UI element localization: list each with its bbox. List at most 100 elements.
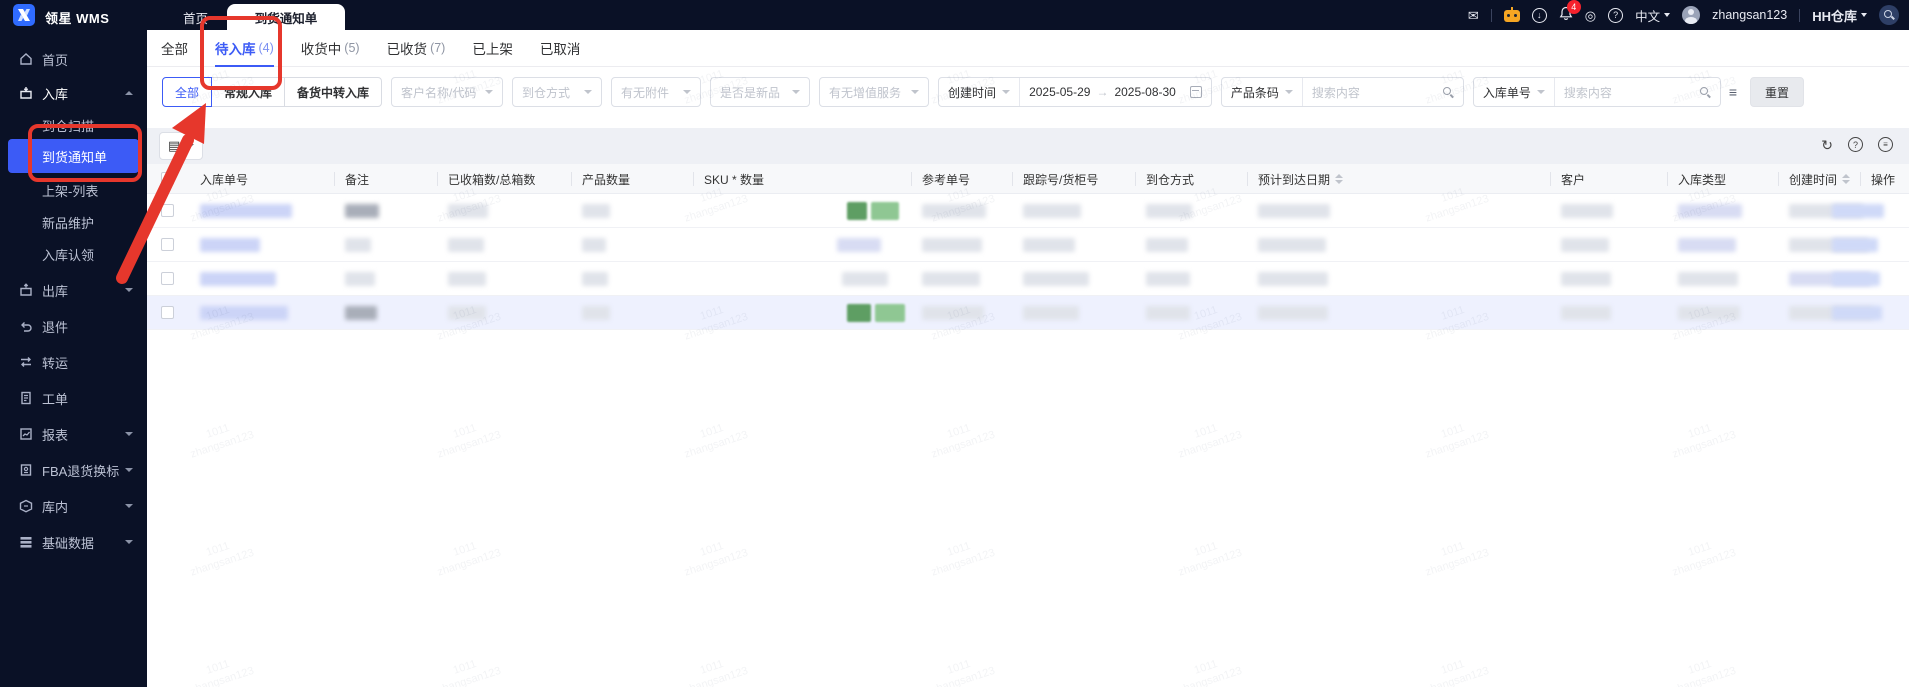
redacted-sku-badge <box>847 304 871 322</box>
tab-shelved[interactable]: 已上架 <box>472 30 513 67</box>
tab-all[interactable]: 全部 <box>161 30 188 67</box>
help-icon[interactable]: ? <box>1848 137 1863 152</box>
sort-icon[interactable] <box>1842 174 1851 184</box>
outbound-icon <box>20 283 32 296</box>
sidebar-item-home[interactable]: 首页 <box>0 44 147 74</box>
sidebar-item-putaway-list[interactable]: 上架-列表 <box>0 175 147 205</box>
assistant-robot-icon[interactable] <box>1503 7 1520 22</box>
col-actions: 操作 <box>1859 164 1895 194</box>
notifications-bell-icon[interactable]: 4 <box>1559 0 1581 24</box>
order-search-input[interactable]: 搜索内容 <box>1555 84 1720 101</box>
redacted-value <box>922 306 984 320</box>
row-checkbox[interactable] <box>161 204 174 217</box>
sidebar-item-transfer[interactable]: 转运 <box>0 347 147 377</box>
sidebar-item-inbound[interactable]: 入库 <box>0 78 147 108</box>
logo-icon <box>13 4 35 26</box>
column-settings-icon[interactable]: ≡ <box>1878 137 1893 152</box>
chevron-down-icon <box>125 504 133 508</box>
sidebar-item-returns[interactable]: 退件 <box>0 311 147 341</box>
redacted-value <box>1678 306 1740 320</box>
table-row[interactable] <box>147 194 1909 228</box>
row-checkbox[interactable] <box>161 272 174 285</box>
redacted-action-links <box>1832 204 1884 218</box>
row-checkbox[interactable] <box>161 306 174 319</box>
sidebar: 首页 入库 到仓扫描 到货通知单 上架-列表 新品维护 入库认领 出库 退件 转… <box>0 30 147 687</box>
search-icon <box>1699 86 1711 98</box>
row-checkbox[interactable] <box>161 238 174 251</box>
sidebar-item-inbound-claim[interactable]: 入库认领 <box>0 239 147 269</box>
tab-receiving[interactable]: 收货中 (5) <box>301 30 360 67</box>
sidebar-item-work-order[interactable]: 工单 <box>0 383 147 413</box>
new-product-select[interactable]: 是否是新品 <box>710 77 811 107</box>
chevron-down-icon <box>911 90 920 94</box>
attachment-select[interactable]: 有无附件 <box>611 77 702 107</box>
reset-button[interactable]: 重置 <box>1750 77 1805 107</box>
value-added-select[interactable]: 有无增值服务 <box>819 77 930 107</box>
tab-label: 已取消 <box>539 42 581 57</box>
refresh-icon[interactable]: ↻ <box>1821 138 1833 152</box>
end-date: 2025-08-30 <box>1114 85 1176 99</box>
select-placeholder: 有无附件 <box>621 85 670 100</box>
table-row-highlighted[interactable] <box>147 296 1909 330</box>
tab-count: (5) <box>344 41 360 55</box>
table-row[interactable] <box>147 262 1909 296</box>
arrival-method-select[interactable]: 到仓方式 <box>512 77 603 107</box>
topbar-tab-arrival-notice[interactable]: 到货通知单 <box>227 4 345 30</box>
filter-type-regular-button[interactable]: 常规入库 <box>211 77 286 107</box>
sidebar-item-outbound[interactable]: 出库 <box>0 275 147 305</box>
export-menu-button[interactable]: ▤ <box>159 132 204 160</box>
redacted-value <box>200 204 292 218</box>
toolbar-icons: ↻ ? ≡ <box>1821 137 1893 152</box>
select-all-checkbox[interactable] <box>161 172 174 185</box>
sidebar-item-label: 工单 <box>42 391 69 407</box>
sidebar-item-arrival-notice[interactable]: 到货通知单 <box>8 139 139 173</box>
chevron-down-icon <box>683 90 692 94</box>
filter-type-transit-button[interactable]: 备货中转入库 <box>284 77 383 107</box>
topbar-tab-home[interactable]: 首页 <box>183 8 208 27</box>
sort-icon[interactable] <box>1335 174 1344 184</box>
batch-search-icon[interactable]: ≡ <box>1729 84 1737 100</box>
redacted-value <box>1561 306 1611 320</box>
table-row[interactable] <box>147 228 1909 262</box>
sidebar-item-new-product[interactable]: 新品维护 <box>0 207 147 237</box>
export-icon: ▤ <box>168 138 181 153</box>
barcode-search-input[interactable]: 搜索内容 <box>1303 84 1463 101</box>
language-switcher[interactable]: 中文 <box>1635 6 1671 25</box>
sidebar-item-label: 转运 <box>42 355 69 371</box>
global-search-icon[interactable] <box>1879 5 1899 25</box>
redacted-value <box>582 272 608 286</box>
redacted-value <box>200 238 260 252</box>
sidebar-item-fba-relabel[interactable]: FBA退货换标 <box>0 455 147 485</box>
table-toolbar: ▤ ↻ ? ≡ <box>147 128 1909 164</box>
sidebar-item-base-data[interactable]: 基础数据 <box>0 527 147 557</box>
date-field-select[interactable]: 创建时间 <box>939 78 1021 106</box>
tab-label: 收货中 <box>300 42 342 57</box>
sidebar-item-label: 基础数据 <box>42 535 95 551</box>
col-reference-no: 参考单号 <box>910 164 970 194</box>
sidebar-item-warehouse-ops[interactable]: 库内 <box>0 491 147 521</box>
sidebar-item-reports[interactable]: 报表 <box>0 419 147 449</box>
sidebar-item-label: 上架-列表 <box>42 183 99 199</box>
mail-icon[interactable]: ✉ <box>1468 9 1479 22</box>
customer-select[interactable]: 客户名称/代码 <box>391 77 504 107</box>
record-icon[interactable]: ◎ <box>1585 9 1596 22</box>
barcode-field-label: 产品条码 <box>1230 85 1279 100</box>
filter-type-all-button[interactable]: 全部 <box>162 77 213 107</box>
transfer-icon <box>21 357 31 367</box>
avatar[interactable] <box>1682 6 1701 24</box>
download-icon[interactable]: ↓ <box>1531 7 1547 23</box>
tab-pending-inbound[interactable]: 待入库 (4) <box>215 30 274 67</box>
col-inbound-order-no: 入库单号 <box>200 172 249 187</box>
warehouse-switcher[interactable]: HH仓库 <box>1812 6 1867 25</box>
sidebar-item-arrival-scan[interactable]: 到仓扫描 <box>0 110 147 140</box>
tab-cancelled[interactable]: 已取消 <box>540 30 581 67</box>
redacted-value <box>842 272 888 286</box>
redacted-value <box>1561 204 1613 218</box>
date-range-input[interactable]: 2025-05-29 → 2025-08-30 <box>1020 85 1211 99</box>
language-label: 中文 <box>1635 9 1661 24</box>
tab-received[interactable]: 已收货 (7) <box>387 30 446 67</box>
help-icon[interactable]: ? <box>1608 7 1624 23</box>
barcode-field-select[interactable]: 产品条码 <box>1222 78 1303 106</box>
search-icon <box>1442 86 1454 98</box>
order-field-select[interactable]: 入库单号 <box>1474 78 1555 106</box>
